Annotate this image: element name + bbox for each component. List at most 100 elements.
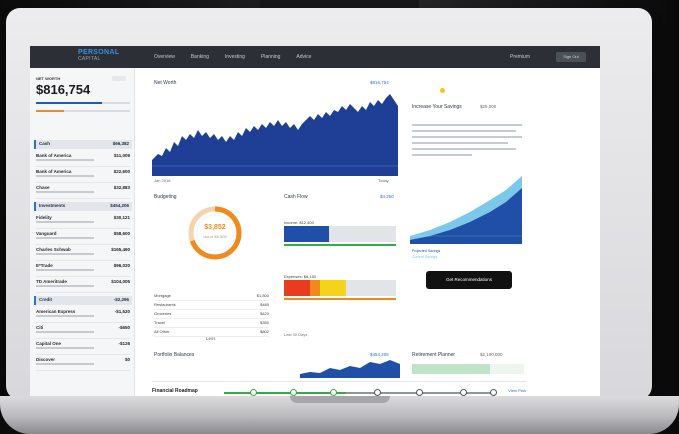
screen: PERSONAL CAPITAL Overview Banking Invest… bbox=[30, 46, 600, 400]
account-row[interactable]: Discover $0 bbox=[36, 356, 130, 371]
roadmap-label: Financial Roadmap bbox=[152, 388, 198, 394]
expense-underline bbox=[284, 298, 396, 300]
networth-area-chart[interactable] bbox=[152, 90, 398, 176]
text-line bbox=[412, 130, 516, 132]
category-value: $802 bbox=[260, 329, 269, 334]
roadmap-node[interactable] bbox=[416, 389, 423, 396]
text-line bbox=[412, 154, 472, 156]
account-balance: $58,600 bbox=[113, 231, 130, 236]
account-name: E*Trade bbox=[36, 263, 53, 268]
roadmap-node[interactable] bbox=[460, 389, 467, 396]
account-row[interactable]: American Express -$1,520 bbox=[36, 308, 130, 323]
recommendation-title: Increase Your Savings bbox=[412, 104, 462, 110]
account-balance: $11,009 bbox=[113, 153, 130, 158]
section-label: Cash bbox=[39, 141, 51, 146]
account-row[interactable]: E*Trade $96,020 bbox=[36, 262, 130, 277]
list-item[interactable]: Restaurants $480 bbox=[154, 301, 269, 310]
accounts-sidebar: NET WORTH $816,754 Cash $66,382 Bank of … bbox=[30, 68, 135, 400]
retirement-card-link[interactable]: $2,100,000 bbox=[480, 352, 503, 357]
laptop-lid: PERSONAL CAPITAL Overview Banking Invest… bbox=[6, 8, 652, 400]
list-item[interactable]: Mortgage $1,800 bbox=[154, 292, 269, 301]
account-name: Charles Schwab bbox=[36, 247, 71, 252]
roadmap-node[interactable] bbox=[490, 389, 497, 396]
sidebar-section-cash[interactable]: Cash $66,382 bbox=[34, 140, 132, 149]
sidebar-section-credit[interactable]: Credit -$2,296 bbox=[34, 296, 132, 305]
account-row[interactable]: Fidelity $30,121 bbox=[36, 214, 130, 229]
networth-card-link[interactable]: $816,754 bbox=[370, 80, 389, 85]
account-row[interactable]: Citi -$650 bbox=[36, 324, 130, 339]
account-row[interactable]: Chase $32,883 bbox=[36, 184, 130, 199]
budget-donut[interactable] bbox=[186, 204, 244, 262]
cashflow-card-link[interactable]: $4,250 bbox=[380, 194, 394, 199]
account-row[interactable]: Charles Schwab $165,460 bbox=[36, 246, 130, 261]
text-line bbox=[412, 142, 508, 144]
text-line bbox=[412, 148, 516, 150]
account-balance: -$1,520 bbox=[114, 309, 130, 314]
logo-subtext: CAPITAL bbox=[78, 56, 101, 62]
account-balance: $32,883 bbox=[113, 185, 130, 190]
budget-amount: $3,852 bbox=[204, 224, 226, 231]
account-row[interactable]: Capital One -$126 bbox=[36, 340, 130, 355]
nav-item-planning[interactable]: Planning bbox=[261, 54, 280, 60]
roadmap-node[interactable] bbox=[250, 389, 257, 396]
app-logo[interactable]: PERSONAL CAPITAL bbox=[78, 49, 119, 62]
list-item[interactable]: Travel $350 bbox=[154, 319, 269, 328]
account-row[interactable]: Bank of America $11,009 bbox=[36, 152, 130, 167]
legend-current: Current Savings bbox=[412, 255, 438, 259]
roadmap-node[interactable] bbox=[330, 389, 337, 396]
cashflow-footnote: Last 30 Days bbox=[284, 332, 308, 337]
roadmap-node[interactable] bbox=[290, 389, 297, 396]
networth-chart-end: Today bbox=[378, 178, 389, 183]
income-underline bbox=[284, 244, 396, 246]
account-row[interactable]: Vanguard $58,600 bbox=[36, 230, 130, 245]
expense-bar[interactable] bbox=[284, 280, 396, 296]
roadmap-node[interactable] bbox=[374, 389, 381, 396]
legend-projected: Projected Savings bbox=[412, 249, 441, 253]
category-value: $350 bbox=[260, 320, 269, 325]
category-value: $420 bbox=[260, 311, 269, 316]
savings-projection-chart[interactable] bbox=[410, 176, 522, 244]
main-nav: Overview Banking Investing Planning Advi… bbox=[154, 46, 311, 68]
text-line bbox=[412, 124, 522, 126]
income-bar[interactable] bbox=[284, 226, 396, 242]
budget-toggle[interactable]: Less bbox=[206, 336, 216, 341]
category-value: $480 bbox=[260, 302, 269, 307]
nav-item-overview[interactable]: Overview bbox=[154, 54, 175, 60]
lightbulb-icon bbox=[440, 88, 445, 93]
recommendation-link[interactable]: $25,000 bbox=[480, 104, 496, 109]
retirement-card-title: Retirement Planner bbox=[412, 352, 456, 358]
account-balance: $96,020 bbox=[113, 263, 130, 268]
retirement-progress[interactable] bbox=[412, 364, 524, 374]
top-navigation-bar: PERSONAL CAPITAL Overview Banking Invest… bbox=[30, 46, 600, 68]
roadmap-link[interactable]: View Plan bbox=[508, 388, 526, 393]
account-row[interactable]: TD Ameritrade $104,005 bbox=[36, 278, 130, 293]
assets-bar bbox=[36, 102, 130, 104]
nav-item-advice[interactable]: Advice bbox=[296, 54, 311, 60]
account-name: Vanguard bbox=[36, 231, 57, 236]
account-balance: $104,005 bbox=[111, 279, 130, 284]
account-row[interactable]: Bank of America $22,600 bbox=[36, 168, 130, 183]
nav-item-banking[interactable]: Banking bbox=[191, 54, 209, 60]
list-item[interactable]: Groceries $420 bbox=[154, 310, 269, 319]
user-menu[interactable]: Premium bbox=[510, 54, 530, 60]
category-label: Mortgage bbox=[154, 293, 171, 298]
investments-mini-chart[interactable] bbox=[300, 356, 400, 378]
account-balance: -$126 bbox=[118, 341, 130, 346]
account-balance: $165,460 bbox=[111, 247, 130, 252]
section-value: $454,206 bbox=[110, 203, 129, 208]
section-label: Credit bbox=[39, 297, 53, 302]
sidebar-section-investments[interactable]: Investments $454,206 bbox=[34, 202, 132, 211]
networth-label: NET WORTH bbox=[36, 76, 61, 81]
account-balance: -$650 bbox=[118, 325, 130, 330]
networth-options-button[interactable] bbox=[112, 76, 126, 81]
account-name: Citi bbox=[36, 325, 44, 330]
get-recommendations-button[interactable]: Get Recommendations bbox=[426, 271, 512, 289]
category-label: Restaurants bbox=[154, 302, 176, 307]
account-name: Fidelity bbox=[36, 215, 52, 220]
cashflow-card-title: Cash Flow bbox=[284, 194, 308, 200]
networth-chart-start: Jan 2016 bbox=[154, 178, 171, 183]
nav-item-investing[interactable]: Investing bbox=[225, 54, 245, 60]
signout-button[interactable]: Sign Out bbox=[556, 52, 586, 62]
category-label: Groceries bbox=[154, 311, 172, 316]
text-line bbox=[412, 136, 522, 138]
